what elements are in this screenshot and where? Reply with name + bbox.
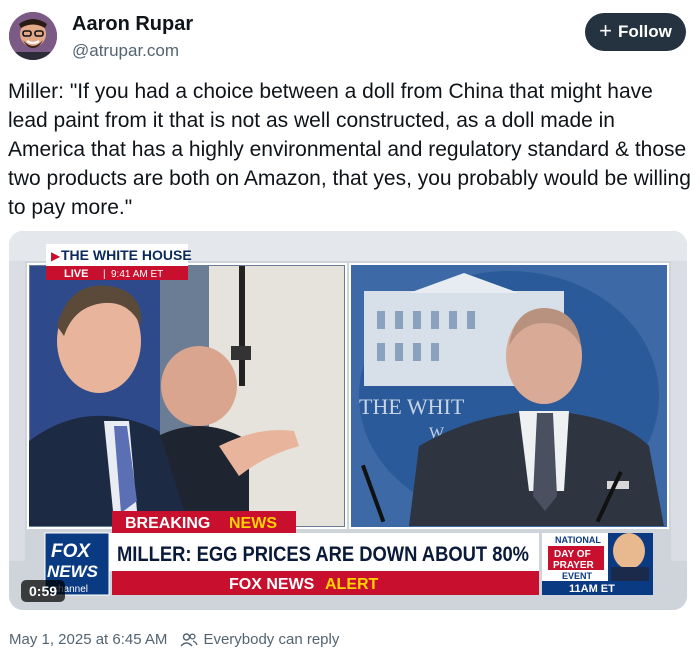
plus-icon: + bbox=[599, 18, 613, 43]
promo-line-2: DAY OF bbox=[554, 549, 591, 560]
follow-button-label: Follow bbox=[618, 22, 672, 41]
logo-fox: FOX bbox=[51, 541, 91, 562]
breaking-label: BREAKING bbox=[125, 515, 210, 532]
author-name[interactable]: Aaron Rupar bbox=[72, 13, 193, 36]
video-frame: THE WHIT W ▶ THE WHITE HOUSE LIVE | 9:41… bbox=[9, 231, 687, 610]
reply-setting: Everybody can reply bbox=[203, 631, 340, 648]
logo-news: NEWS bbox=[47, 562, 99, 581]
author-handle[interactable]: @atrupar.com bbox=[72, 41, 179, 61]
breaking-label-2: NEWS bbox=[229, 515, 277, 532]
video-player[interactable]: THE WHIT W ▶ THE WHITE HOUSE LIVE | 9:41… bbox=[9, 231, 687, 610]
alert-label-2: ALERT bbox=[325, 576, 379, 593]
post-text: Miller: "If you had a choice between a d… bbox=[8, 80, 691, 219]
promo-line-1: NATIONAL bbox=[555, 535, 601, 545]
promo-time: 11AM ET bbox=[569, 583, 615, 595]
promo-line-4: EVENT bbox=[562, 571, 593, 581]
video-duration: 0:59 bbox=[21, 580, 66, 602]
bug-live: LIVE bbox=[64, 268, 88, 280]
avatar[interactable] bbox=[9, 12, 57, 60]
bug-time: 9:41 AM ET bbox=[111, 269, 163, 280]
bug-title: THE WHITE HOUSE bbox=[61, 247, 192, 263]
promo-line-3: PRAYER bbox=[553, 560, 595, 571]
headline-text: MILLER: EGG PRICES ARE DOWN ABOUT 80% bbox=[117, 543, 529, 566]
svg-text:|: | bbox=[103, 269, 106, 280]
people-icon bbox=[180, 632, 199, 648]
podium-seal-text: THE WHIT bbox=[359, 394, 465, 419]
svg-text:▶: ▶ bbox=[51, 249, 61, 263]
post-timestamp[interactable]: May 1, 2025 at 6:45 AM bbox=[9, 631, 167, 648]
post-footer: May 1, 2025 at 6:45 AM Everybody can rep… bbox=[9, 631, 339, 648]
follow-button[interactable]: + Follow bbox=[585, 13, 686, 51]
alert-label: FOX NEWS bbox=[229, 576, 315, 593]
